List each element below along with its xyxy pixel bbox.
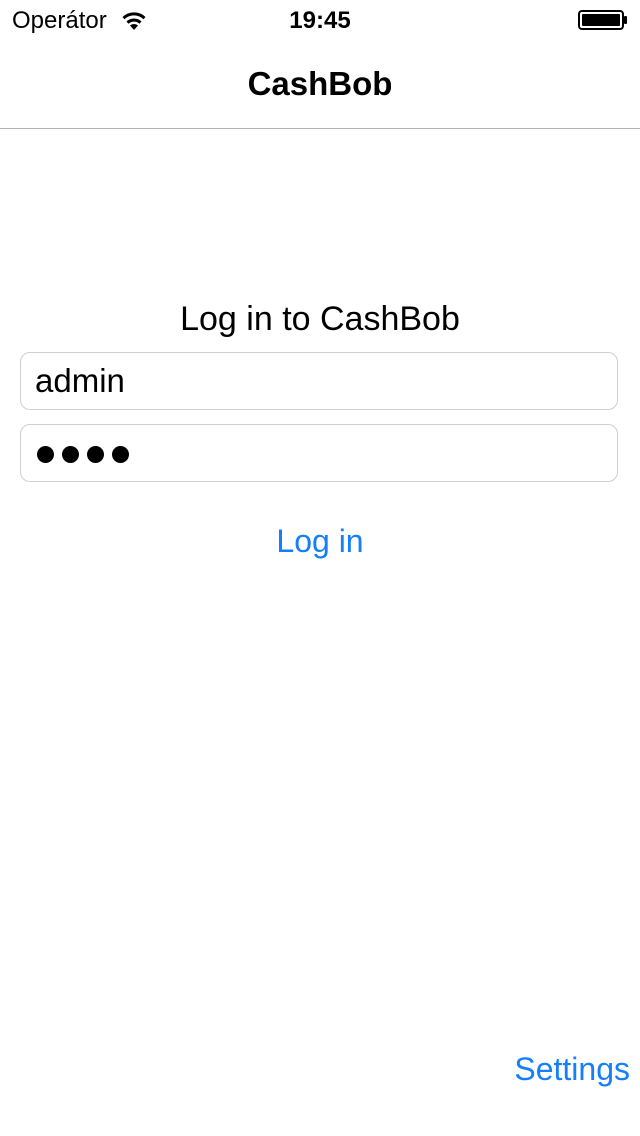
settings-button[interactable]: Settings [490,1046,630,1092]
login-button[interactable]: Log in [240,518,400,564]
username-value: admin [35,362,125,399]
page-title: CashBob [247,65,393,102]
password-dot [87,445,104,463]
status-time: 19:45 [289,7,351,34]
battery-icon [578,10,628,30]
password-dot [37,445,54,463]
app-screen: Operátor 19:45 CashBob Log in to CashBob… [0,0,640,1136]
login-heading: Log in to CashBob [180,300,460,338]
navigation-bar: CashBob [0,40,640,129]
username-field[interactable]: admin [20,352,618,410]
password-dot [112,445,129,463]
password-masked-value [37,425,129,483]
password-dot [62,445,79,463]
status-bar: Operátor 19:45 [0,0,640,40]
password-field[interactable] [20,424,618,482]
